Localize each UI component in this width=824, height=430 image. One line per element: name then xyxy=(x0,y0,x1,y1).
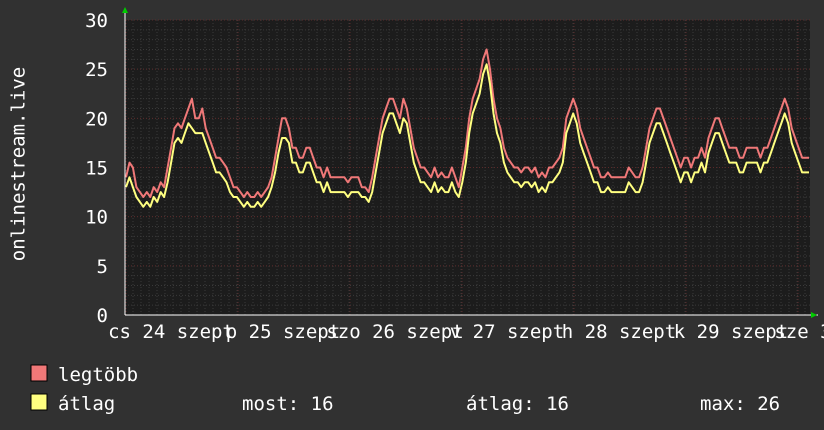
x-tick-label: p 25 szept xyxy=(226,321,340,343)
x-tick-labels: cs 24 szeptp 25 szeptszo 26 szeptv 27 sz… xyxy=(108,321,824,343)
y-axis-label: onlinestream.live xyxy=(8,67,30,261)
x-tick-label: sze 30 szept xyxy=(774,321,824,343)
legend-swatch-max xyxy=(30,364,48,382)
legend-swatch-avg xyxy=(30,393,48,411)
chart: 0 5 10 15 20 25 30 cs 24 szeptp 25 szeptszo 26… xyxy=(0,0,824,430)
legend-avg-value: átlag: 16 xyxy=(466,393,569,415)
y-tick-label: 30 xyxy=(85,10,108,32)
y-tick-label: 25 xyxy=(85,59,108,81)
legend-now-value: most: 16 xyxy=(242,393,334,415)
x-tick-label: szo 26 szept xyxy=(326,321,463,343)
x-tick-label: h 28 szept xyxy=(562,321,676,343)
y-tick-label: 0 xyxy=(97,305,108,327)
legend-max-value: max: 26 xyxy=(700,393,780,415)
y-tick-label: 5 xyxy=(97,256,108,278)
legend-label-avg: átlag xyxy=(58,393,115,415)
x-tick-label: k 29 szept xyxy=(674,321,788,343)
legend-label-max: legtöbb xyxy=(58,364,138,386)
x-tick-label: v 27 szept xyxy=(450,321,564,343)
x-tick-label: cs 24 szept xyxy=(108,321,234,343)
y-tick-label: 20 xyxy=(85,108,108,130)
y-tick-label: 15 xyxy=(85,158,108,180)
y-tick-label: 10 xyxy=(85,207,108,229)
